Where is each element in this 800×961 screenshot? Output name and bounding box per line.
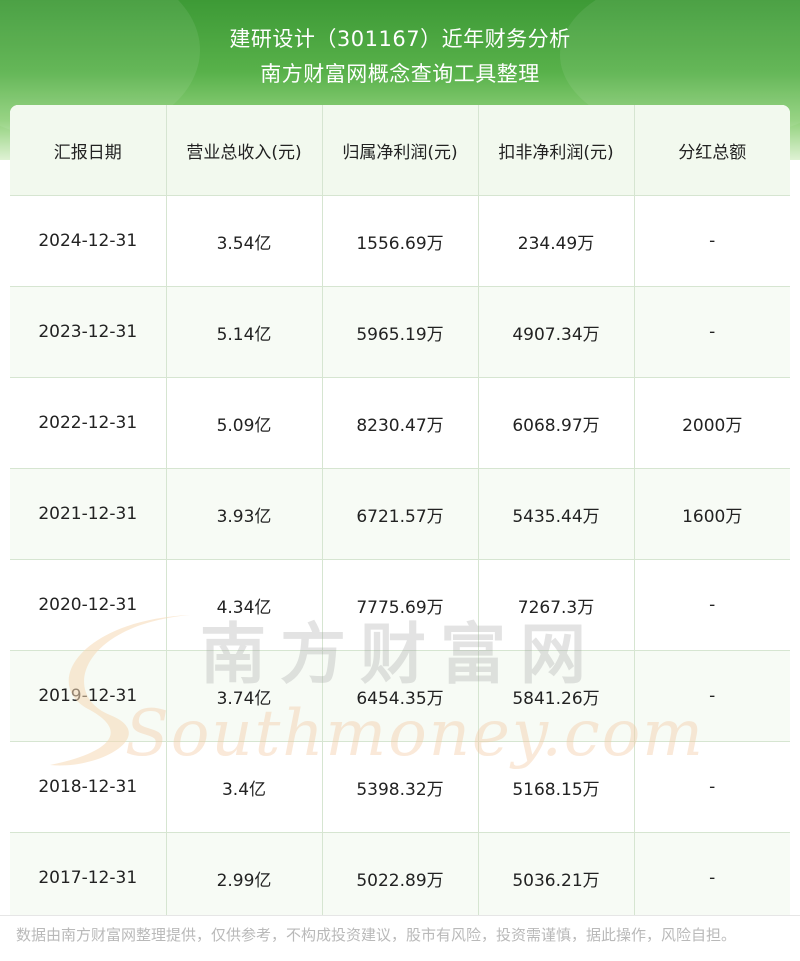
- cell-net-profit: 8230.47万: [322, 377, 479, 469]
- column-header-deducted-profit: 扣非净利润(元): [478, 105, 635, 196]
- cell-revenue: 5.09亿: [166, 377, 323, 469]
- column-header-revenue: 营业总收入(元): [166, 105, 323, 196]
- cell-net-profit: 6454.35万: [322, 650, 479, 742]
- cell-date: 2019-12-31: [10, 650, 167, 742]
- cell-date: 2022-12-31: [10, 377, 167, 469]
- cell-date: 2018-12-31: [10, 741, 167, 833]
- cell-deducted-profit: 5036.21万: [478, 832, 635, 915]
- page-title: 建研设计（301167）近年财务分析: [229, 27, 571, 51]
- cell-deducted-profit: 5168.15万: [478, 741, 635, 833]
- cell-revenue: 3.93亿: [166, 468, 323, 560]
- cell-net-profit: 6721.57万: [322, 468, 479, 560]
- table-row: 2020-12-31 4.34亿 7775.69万 7267.3万 -: [10, 559, 790, 651]
- column-header-dividend: 分红总额: [634, 105, 790, 196]
- cell-deducted-profit: 5435.44万: [478, 468, 635, 560]
- cell-revenue: 2.99亿: [166, 832, 323, 915]
- cell-revenue: 4.34亿: [166, 559, 323, 651]
- cell-net-profit: 5398.32万: [322, 741, 479, 833]
- table-row: 2022-12-31 5.09亿 8230.47万 6068.97万 2000万: [10, 377, 790, 469]
- cell-date: 2024-12-31: [10, 195, 167, 287]
- column-header-date: 汇报日期: [10, 105, 167, 196]
- cell-dividend: -: [634, 832, 790, 915]
- cell-date: 2017-12-31: [10, 832, 167, 915]
- column-header-net-profit: 归属净利润(元): [322, 105, 479, 196]
- cell-dividend: 1600万: [634, 468, 790, 560]
- footer: 数据由南方财富网整理提供，仅供参考，不构成投资建议，股市有风险，投资需谨慎，据此…: [0, 915, 800, 961]
- cell-revenue: 3.54亿: [166, 195, 323, 287]
- table-row: 2023-12-31 5.14亿 5965.19万 4907.34万 -: [10, 286, 790, 378]
- disclaimer-text: 数据由南方财富网整理提供，仅供参考，不构成投资建议，股市有风险，投资需谨慎，据此…: [16, 926, 737, 944]
- cell-revenue: 3.4亿: [166, 741, 323, 833]
- cell-deducted-profit: 6068.97万: [478, 377, 635, 469]
- cell-deducted-profit: 234.49万: [478, 195, 635, 287]
- cell-date: 2020-12-31: [10, 559, 167, 651]
- table-row: 2024-12-31 3.54亿 1556.69万 234.49万 -: [10, 195, 790, 287]
- page-subtitle: 南方财富网概念查询工具整理: [260, 62, 540, 86]
- financial-table-container: 汇报日期 营业总收入(元) 归属净利润(元) 扣非净利润(元) 分红总额 202…: [10, 105, 790, 915]
- table-row: 2018-12-31 3.4亿 5398.32万 5168.15万 -: [10, 741, 790, 833]
- cell-dividend: -: [634, 559, 790, 651]
- cell-revenue: 5.14亿: [166, 286, 323, 378]
- table-row: 2017-12-31 2.99亿 5022.89万 5036.21万 -: [10, 832, 790, 915]
- table-row: 2021-12-31 3.93亿 6721.57万 5435.44万 1600万: [10, 468, 790, 560]
- cell-net-profit: 7775.69万: [322, 559, 479, 651]
- cell-net-profit: 5965.19万: [322, 286, 479, 378]
- cell-date: 2021-12-31: [10, 468, 167, 560]
- cell-dividend: 2000万: [634, 377, 790, 469]
- cell-net-profit: 5022.89万: [322, 832, 479, 915]
- financial-table: 汇报日期 营业总收入(元) 归属净利润(元) 扣非净利润(元) 分红总额 202…: [10, 105, 790, 915]
- cell-net-profit: 1556.69万: [322, 195, 479, 287]
- cell-deducted-profit: 4907.34万: [478, 286, 635, 378]
- cell-dividend: -: [634, 650, 790, 742]
- cell-deducted-profit: 5841.26万: [478, 650, 635, 742]
- cell-dividend: -: [634, 741, 790, 833]
- cell-date: 2023-12-31: [10, 286, 167, 378]
- cell-revenue: 3.74亿: [166, 650, 323, 742]
- cell-dividend: -: [634, 195, 790, 287]
- cell-dividend: -: [634, 286, 790, 378]
- cell-deducted-profit: 7267.3万: [478, 559, 635, 651]
- table-header-row: 汇报日期 营业总收入(元) 归属净利润(元) 扣非净利润(元) 分红总额: [10, 105, 790, 196]
- table-row: 2019-12-31 3.74亿 6454.35万 5841.26万 -: [10, 650, 790, 742]
